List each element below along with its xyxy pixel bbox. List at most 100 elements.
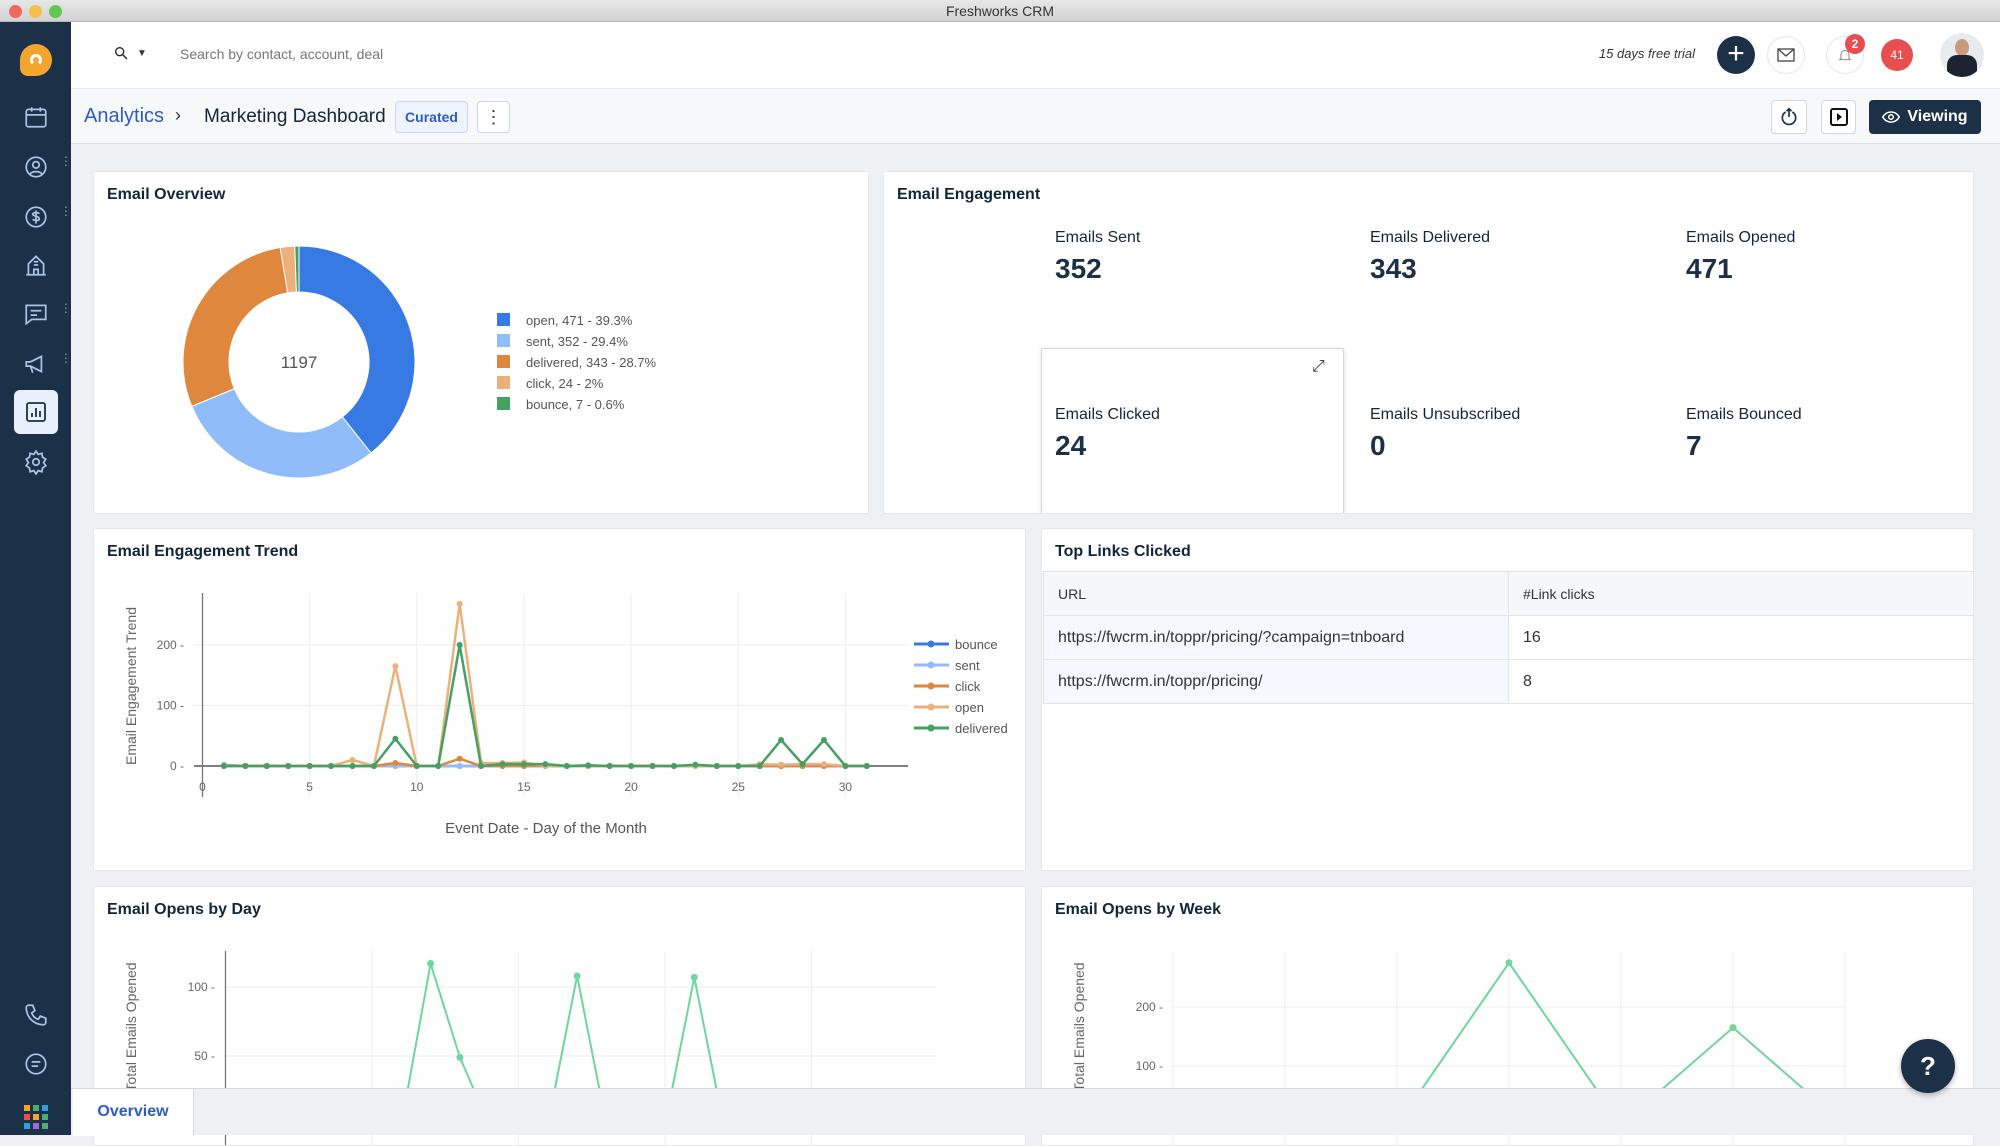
dashboard-tabs-bar: Overview [71, 1088, 2000, 1136]
tab-overview[interactable]: Overview [73, 1089, 194, 1136]
engagement-trend-chart: 0 - 100 - 200 - Email Engagement Trend 0 5 10 1… [123, 593, 1008, 837]
data-point-delivered [778, 736, 785, 743]
breadcrumb-analytics-link[interactable]: Analytics [84, 105, 164, 128]
url-cell[interactable]: https://fwcrm.in/toppr/pricing/ [1043, 659, 1509, 704]
data-point-delivered [542, 761, 549, 768]
x-tick-label: 25 [732, 780, 746, 794]
data-point-delivered [306, 763, 313, 769]
metric-label: Emails Bounced [1686, 406, 1802, 423]
search-scope-dropdown[interactable]: ▼ [113, 45, 147, 61]
metric-label: Emails Unsubscribed [1370, 406, 1521, 423]
data-point-open [820, 761, 827, 768]
data-point [690, 973, 698, 981]
global-search-input[interactable] [180, 42, 780, 66]
column-header-url: URL [1043, 571, 1509, 616]
deals-more-icon[interactable]: ⋮ [60, 205, 72, 223]
export-icon [1781, 107, 1797, 126]
help-button[interactable]: ? [1901, 1039, 1955, 1093]
minimize-window-button[interactable] [29, 5, 42, 18]
legend-swatch-delivered [497, 355, 510, 368]
mail-icon [1777, 48, 1795, 62]
analytics-icon[interactable] [14, 390, 58, 434]
legend-swatch-bounce [497, 397, 510, 410]
data-point-delivered [628, 763, 635, 769]
data-point-delivered [713, 763, 720, 769]
data-point-delivered [863, 763, 870, 769]
data-point-delivered [820, 736, 827, 743]
metric-emails-delivered: Emails Delivered 343 [1370, 229, 1490, 285]
campaigns-icon[interactable] [20, 348, 52, 380]
x-tick-label: 5 [306, 780, 313, 794]
table-row: https://fwcrm.in/toppr/pricing/?campaign… [1043, 615, 1973, 660]
x-tick-label: 10 [410, 780, 424, 794]
settings-icon[interactable] [20, 446, 52, 478]
legend-marker-sent [927, 661, 935, 669]
campaigns-more-icon[interactable]: ⋮ [60, 352, 72, 370]
data-point-delivered [692, 761, 699, 768]
metric-value: 471 [1686, 253, 1733, 284]
maximize-window-button[interactable] [49, 5, 62, 18]
conversations-icon[interactable] [20, 298, 52, 330]
notification-badge: 2 [1845, 34, 1865, 54]
data-point-click [456, 755, 463, 762]
apps-grid-icon[interactable] [24, 1105, 48, 1129]
data-point-delivered [435, 763, 442, 769]
kebab-icon: ⋮ [484, 106, 503, 127]
metric-value: 343 [1370, 253, 1417, 284]
user-avatar[interactable] [1940, 33, 1984, 77]
present-button[interactable] [1821, 100, 1856, 134]
data-point [456, 1053, 464, 1061]
data-point-delivered [585, 762, 592, 769]
contacts-icon[interactable] [20, 151, 52, 183]
metric-label: Emails Sent [1055, 229, 1141, 246]
email-engagement-trend-card: Email Engagement Trend 0 - 100 - 200 - Emai… [93, 528, 1026, 871]
contacts-more-icon[interactable]: ⋮ [60, 155, 72, 173]
x-tick-label: 0 [199, 780, 206, 794]
expand-icon[interactable]: ⤢ [1312, 358, 1325, 376]
url-cell[interactable]: https://fwcrm.in/toppr/pricing/?campaign… [1043, 615, 1509, 660]
data-point-delivered [520, 761, 527, 768]
metric-emails-clicked: Emails Clicked 24 [1055, 406, 1160, 462]
deals-icon[interactable] [20, 201, 52, 233]
phone-icon[interactable] [20, 999, 52, 1031]
top-header: ▼ 15 days free trial + 2 41 [71, 22, 2000, 89]
metric-label: Emails Opened [1686, 229, 1796, 246]
metric-emails-unsubscribed: Emails Unsubscribed 0 [1370, 406, 1520, 462]
y-tick-label: 100 - [1136, 1059, 1163, 1073]
email-button[interactable] [1767, 36, 1805, 74]
add-new-button[interactable]: + [1717, 36, 1755, 74]
metric-emails-bounced: Emails Bounced 7 [1686, 406, 1802, 462]
legend-label-delivered: delivered, 343 - 28.7% [526, 355, 657, 370]
alerts-badge-button[interactable]: 41 [1881, 39, 1913, 71]
data-point-delivered [799, 761, 806, 768]
top-links-card: Top Links Clicked URL #Link clicks https:… [1041, 528, 1974, 871]
legend-label-open: open, 471 - 39.3% [526, 313, 633, 328]
close-window-button[interactable] [9, 5, 22, 18]
clicks-cell: 16 [1508, 615, 1973, 660]
chat-icon[interactable] [20, 1048, 52, 1080]
calendar-icon[interactable] [20, 101, 52, 133]
viewing-button[interactable]: Viewing [1869, 100, 1981, 134]
metric-value: 24 [1055, 430, 1087, 461]
freshworks-logo[interactable] [20, 44, 52, 76]
export-button[interactable] [1771, 100, 1807, 134]
search-icon [115, 47, 128, 60]
data-point [427, 960, 435, 968]
more-options-button[interactable]: ⋮ [477, 101, 510, 133]
legend-swatch-click [497, 376, 510, 389]
legend-label-sent: sent [955, 658, 980, 673]
data-point-click [392, 759, 399, 766]
y-tick-label: 100 - [188, 980, 215, 994]
metric-emails-opened: Emails Opened 471 [1686, 229, 1795, 285]
data-point-delivered [370, 763, 377, 769]
data-point-open [778, 761, 785, 768]
conversations-more-icon[interactable]: ⋮ [60, 302, 72, 320]
data-point-delivered [220, 763, 227, 769]
y-axis-label: Email Engagement Trend [123, 607, 139, 765]
window-titlebar: Freshworks CRM [0, 0, 2000, 22]
chevron-down-icon: ▼ [137, 47, 147, 59]
data-point-delivered [563, 763, 570, 769]
accounts-icon[interactable] [20, 249, 52, 281]
play-icon [1829, 108, 1848, 126]
metric-value: 7 [1686, 430, 1702, 461]
